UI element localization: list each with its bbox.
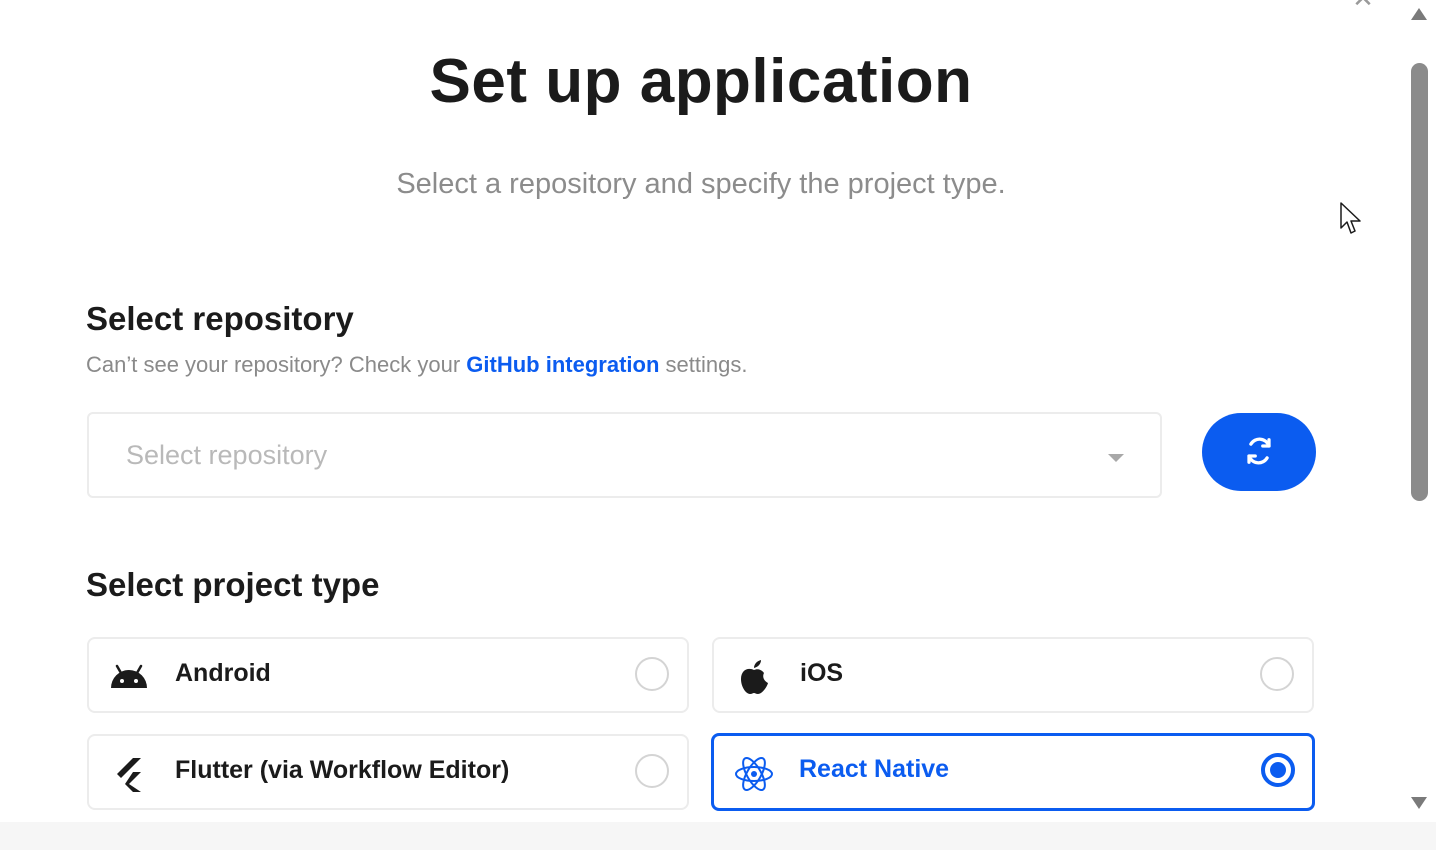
radio-button[interactable] [635,754,669,788]
project-type-label: React Native [799,755,950,783]
android-icon [107,657,151,697]
radio-button[interactable] [635,657,669,691]
project-type-ios[interactable]: iOS [712,637,1314,713]
project-type-react-native[interactable]: React Native [711,733,1315,811]
mouse-cursor-icon [1340,202,1364,241]
scroll-down-arrow-icon[interactable] [1411,797,1427,809]
scrollbar-thumb[interactable] [1411,63,1428,501]
close-icon[interactable]: ✕ [1348,0,1378,11]
hint-suffix: settings. [659,352,748,377]
radio-button-selected[interactable] [1261,753,1295,787]
flutter-icon [107,754,151,794]
repository-select[interactable]: Select repository [87,412,1162,498]
hint-prefix: Can’t see your repository? Check your [86,352,467,377]
project-type-flutter[interactable]: Flutter (via Workflow Editor) [87,734,689,810]
project-type-label: Android [175,659,271,687]
refresh-repositories-button[interactable] [1202,413,1316,491]
select-project-type-heading: Select project type [86,566,380,603]
project-type-label: iOS [800,659,844,687]
github-integration-link[interactable]: GitHub integration [466,352,659,377]
project-type-android[interactable]: Android [87,637,689,713]
radio-button[interactable] [1260,657,1294,691]
select-repository-heading: Select repository [86,300,354,337]
page-title: Set up application [429,47,973,116]
repository-hint: Can’t see your repository? Check your Gi… [86,352,747,378]
scroll-up-arrow-icon[interactable] [1411,8,1427,20]
project-type-label: Flutter (via Workflow Editor) [175,756,510,784]
repository-select-placeholder: Select repository [126,440,328,470]
page-subtitle: Select a repository and specify the proj… [396,168,1006,200]
chevron-down-icon [1108,454,1124,462]
react-icon [732,754,776,794]
apple-icon [732,657,776,697]
dialog-bottom-edge [0,822,1436,850]
refresh-icon [1244,436,1274,469]
